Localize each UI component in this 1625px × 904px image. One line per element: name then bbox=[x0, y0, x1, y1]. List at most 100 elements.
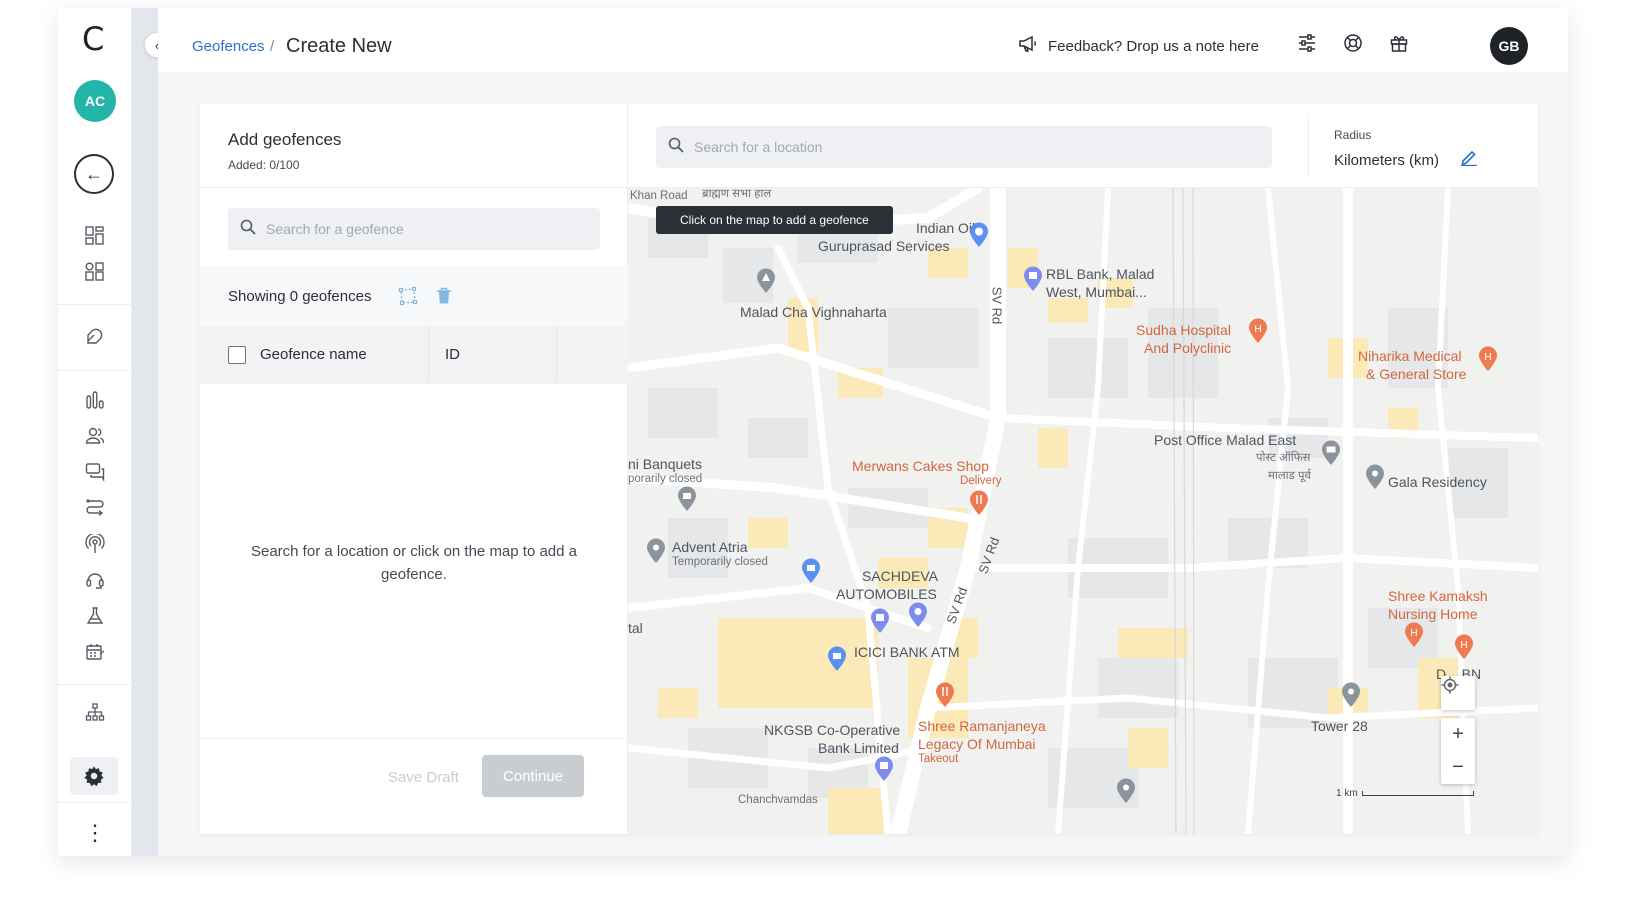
save-draft-button[interactable]: Save Draft bbox=[388, 769, 459, 786]
breadcrumb-geofences-link[interactable]: Geofences bbox=[192, 38, 265, 55]
back-icon[interactable]: ← bbox=[74, 154, 114, 194]
radius-unit-value: Kilometers (km) bbox=[1334, 152, 1440, 169]
draw-polygon-icon[interactable] bbox=[396, 284, 420, 308]
hierarchy-icon[interactable] bbox=[80, 698, 110, 726]
calendar-icon[interactable] bbox=[80, 638, 110, 666]
feedback-link[interactable]: Feedback? Drop us a note here bbox=[1018, 35, 1259, 57]
atm-pin-icon[interactable] bbox=[827, 646, 847, 672]
map-label: ICICI BANK ATM bbox=[854, 644, 960, 660]
apps-icon[interactable] bbox=[80, 258, 110, 286]
zoom-in-button[interactable]: + bbox=[1441, 718, 1475, 751]
rail-divider bbox=[58, 684, 132, 685]
app-logo[interactable]: C bbox=[82, 20, 104, 58]
filter-settings-icon[interactable] bbox=[1294, 30, 1320, 56]
place-pin-icon[interactable] bbox=[646, 538, 666, 564]
journeys-icon[interactable] bbox=[80, 494, 110, 522]
table-header: Geofence name ID bbox=[200, 326, 628, 384]
added-count: Added: 0/100 bbox=[228, 158, 300, 172]
map-label: Merwans Cakes Shop bbox=[852, 458, 989, 474]
map-label: SACHDEVA bbox=[862, 568, 938, 584]
hospital-pin-icon[interactable]: H bbox=[1248, 318, 1268, 344]
geofence-list-panel: Add geofences Added: 0/100 Showing 0 geo… bbox=[200, 104, 628, 834]
bank-pin-icon[interactable] bbox=[870, 608, 890, 634]
residence-pin-icon[interactable] bbox=[1365, 464, 1385, 490]
column-divider bbox=[556, 326, 557, 384]
map-toolbar: Radius Kilometers (km) bbox=[628, 104, 1538, 188]
map-label: पोस्ट ऑफिस bbox=[1256, 452, 1311, 464]
gas-station-pin-icon[interactable] bbox=[969, 222, 989, 248]
map-label: porarily closed bbox=[628, 473, 703, 485]
map-label: RBL Bank, Malad bbox=[1046, 266, 1155, 282]
bank-pin-icon[interactable] bbox=[1023, 266, 1043, 292]
banquet-pin-icon[interactable] bbox=[677, 486, 697, 512]
geofence-search[interactable] bbox=[228, 208, 600, 250]
rail-divider bbox=[58, 802, 132, 803]
shop-pin-icon[interactable] bbox=[801, 558, 821, 584]
svg-text:H: H bbox=[1484, 352, 1491, 363]
user-avatar[interactable]: GB bbox=[1490, 27, 1528, 65]
rail-divider bbox=[58, 304, 132, 305]
account-avatar[interactable]: AC bbox=[74, 80, 116, 122]
settings-icon[interactable] bbox=[70, 757, 118, 795]
svg-text:H: H bbox=[1254, 324, 1261, 335]
panel-footer: Save Draft Continue bbox=[200, 738, 628, 834]
select-all-checkbox[interactable] bbox=[228, 346, 246, 364]
map-label: Takeout bbox=[918, 753, 959, 765]
dashboard-icon[interactable] bbox=[80, 222, 110, 250]
temple-pin-icon[interactable] bbox=[756, 268, 776, 294]
restaurant-pin-icon[interactable] bbox=[969, 490, 989, 516]
map-label: Temporarily closed bbox=[672, 556, 768, 568]
restaurant-pin-icon[interactable] bbox=[935, 682, 955, 708]
campaign-icon[interactable] bbox=[80, 322, 110, 350]
help-lifebuoy-icon[interactable] bbox=[1340, 30, 1366, 56]
column-header-name[interactable]: Geofence name bbox=[260, 346, 367, 363]
map-label: Gala Residency bbox=[1388, 474, 1487, 490]
zoom-out-button[interactable]: − bbox=[1441, 751, 1475, 784]
breadcrumb-separator: / bbox=[270, 38, 275, 55]
trash-icon[interactable] bbox=[432, 284, 456, 308]
hospital-pin-icon[interactable]: H bbox=[1404, 622, 1424, 648]
place-pin-icon[interactable] bbox=[1341, 682, 1361, 708]
users-icon[interactable] bbox=[80, 422, 110, 450]
map-label: West, Mumbai... bbox=[1046, 284, 1147, 300]
radius-label: Radius bbox=[1334, 128, 1372, 142]
column-header-id[interactable]: ID bbox=[445, 346, 460, 363]
continue-button[interactable]: Continue bbox=[482, 755, 584, 797]
map-label: Khan Road bbox=[630, 190, 688, 202]
map-scale: 1 km bbox=[1336, 788, 1474, 799]
my-location-icon[interactable] bbox=[1441, 676, 1475, 710]
map-label: Nursing Home bbox=[1388, 606, 1478, 622]
search-icon bbox=[240, 219, 256, 240]
post-office-pin-icon[interactable] bbox=[1321, 440, 1341, 466]
broadcast-icon[interactable] bbox=[80, 530, 110, 558]
hospital-pin-icon[interactable]: H bbox=[1478, 346, 1498, 372]
megaphone-icon bbox=[1018, 35, 1038, 57]
map-label: Sudha Hospital bbox=[1136, 322, 1231, 338]
panel-title: Add geofences bbox=[228, 130, 342, 149]
svg-text:H: H bbox=[1460, 640, 1467, 651]
map-label: Delivery bbox=[960, 475, 1002, 487]
hospital-pin-icon[interactable]: H bbox=[1454, 634, 1474, 660]
location-search[interactable] bbox=[656, 126, 1272, 168]
gas-station-pin-icon[interactable] bbox=[908, 602, 928, 628]
scale-label: 1 km bbox=[1336, 788, 1358, 799]
road-label: SV Rd bbox=[989, 286, 1005, 325]
map-canvas[interactable]: Click on the map to add a geofence Khan … bbox=[628, 188, 1538, 834]
lab-icon[interactable] bbox=[80, 602, 110, 630]
analytics-icon[interactable] bbox=[80, 386, 110, 414]
showing-row: Showing 0 geofences bbox=[200, 266, 628, 326]
gift-icon[interactable] bbox=[1386, 30, 1412, 56]
edit-pencil-icon[interactable] bbox=[1460, 148, 1478, 171]
support-icon[interactable] bbox=[80, 566, 110, 594]
map-label: Shree Kamaksh bbox=[1388, 588, 1488, 604]
map-label: Tower 28 bbox=[1311, 718, 1368, 734]
place-pin-icon[interactable] bbox=[1116, 778, 1136, 804]
geofence-search-input[interactable] bbox=[266, 221, 586, 237]
location-search-input[interactable] bbox=[694, 139, 1254, 155]
map-label: NKGSB Co-Operative bbox=[764, 722, 901, 738]
search-icon bbox=[668, 137, 684, 158]
more-icon[interactable]: ⋮ bbox=[80, 818, 110, 848]
bank-pin-icon[interactable] bbox=[874, 756, 894, 782]
map-label: Post Office Malad East bbox=[1154, 432, 1297, 448]
messages-icon[interactable] bbox=[80, 458, 110, 486]
